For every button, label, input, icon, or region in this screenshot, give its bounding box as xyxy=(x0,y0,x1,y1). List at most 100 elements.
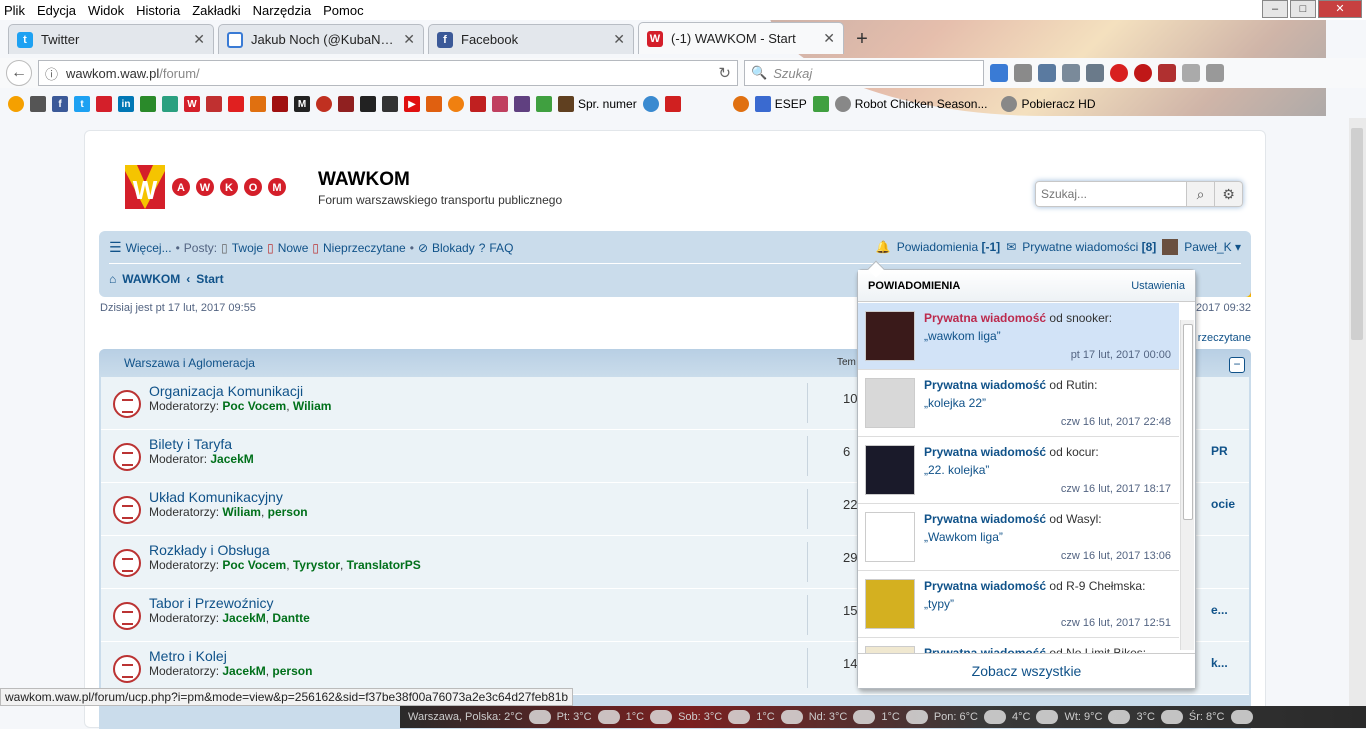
faq-link[interactable]: FAQ xyxy=(489,241,513,255)
facebook-bookmark-icon[interactable]: f xyxy=(52,96,68,112)
forum-title[interactable]: Tabor i Przewoźnicy xyxy=(149,595,274,611)
forum-title[interactable]: Rozkłady i Obsługa xyxy=(149,542,270,558)
tab-wawkom[interactable]: W (-1) WAWKOM - Start ✕ xyxy=(638,22,844,54)
category-title[interactable]: Warszawa i Aglomeracja xyxy=(124,356,255,370)
bookmark-icon[interactable] xyxy=(250,96,266,112)
pocket-icon[interactable] xyxy=(1086,64,1104,82)
breadcrumb-start[interactable]: Start xyxy=(196,272,223,286)
advanced-search-button[interactable]: ⚙ xyxy=(1215,181,1243,207)
hamburger-menu-icon[interactable] xyxy=(1206,64,1224,82)
home-icon[interactable] xyxy=(1062,64,1080,82)
bookmark-icon[interactable] xyxy=(272,96,288,112)
more-link[interactable]: Więcej... xyxy=(126,241,172,255)
bookmark-icon[interactable] xyxy=(96,96,112,112)
forum-search-input[interactable] xyxy=(1035,181,1187,207)
moderator-link[interactable]: TranslatorPS xyxy=(347,558,421,572)
last-post-link[interactable]: ocie xyxy=(1211,497,1235,511)
bookmark-icon[interactable] xyxy=(514,96,530,112)
moderator-link[interactable]: person xyxy=(268,505,308,519)
bookmark-icon[interactable] xyxy=(162,96,178,112)
back-button[interactable]: ← xyxy=(6,60,32,86)
bookmark-icon[interactable] xyxy=(812,96,829,112)
menu-historia[interactable]: Historia xyxy=(136,3,180,18)
bookmark-icon[interactable] xyxy=(360,96,376,112)
download-icon[interactable] xyxy=(1038,64,1056,82)
bookmark-icon[interactable] xyxy=(664,96,681,112)
collapse-icon[interactable]: − xyxy=(1229,357,1245,373)
bookmark-icon[interactable]: M xyxy=(294,96,310,112)
moderator-link[interactable]: person xyxy=(272,664,312,678)
menu-edycja[interactable]: Edycja xyxy=(37,3,76,18)
browser-search-input[interactable]: 🔍 Szukaj xyxy=(744,60,984,86)
moderator-link[interactable]: Poc Vocem xyxy=(222,399,286,413)
minimize-button[interactable]: – xyxy=(1262,0,1288,18)
youtube-bookmark-icon[interactable]: ▶ xyxy=(404,96,420,112)
menu-narzedzia[interactable]: Narzędzia xyxy=(253,3,312,18)
user-menu[interactable]: Paweł_K ▾ xyxy=(1184,240,1241,254)
menu-widok[interactable]: Widok xyxy=(88,3,124,18)
moderator-link[interactable]: Wiliam xyxy=(222,505,261,519)
wawkom-bookmark-icon[interactable]: W xyxy=(184,96,200,112)
maximize-button[interactable]: □ xyxy=(1290,0,1316,18)
notification-item[interactable]: Prywatna wiadomość od No Limit Bikes: xyxy=(858,638,1179,653)
addon-icon[interactable] xyxy=(1110,64,1128,82)
bookmark-icon[interactable] xyxy=(30,96,46,112)
reload-icon[interactable]: ↻ xyxy=(718,64,731,82)
moderator-link[interactable]: Wiliam xyxy=(293,399,332,413)
see-all-link[interactable]: Zobacz wszystkie xyxy=(858,653,1195,688)
bookmark-icon[interactable] xyxy=(492,96,508,112)
last-post-link[interactable]: PR xyxy=(1211,444,1228,458)
moderator-link[interactable]: Tyrystor xyxy=(293,558,340,572)
bookmarks-menu-icon[interactable] xyxy=(1014,64,1032,82)
site-name[interactable]: WAWKOM xyxy=(318,169,410,191)
bookmark-icon[interactable] xyxy=(642,96,659,112)
info-icon[interactable]: ⓘ xyxy=(45,64,58,83)
bookmark-icon[interactable] xyxy=(228,96,244,112)
moderator-link[interactable]: Poc Vocem xyxy=(222,558,286,572)
notifications-settings-link[interactable]: Ustawienia xyxy=(1131,280,1185,292)
new-tab-button[interactable]: + xyxy=(848,26,876,54)
notification-item[interactable]: Prywatna wiadomość od Wasyl: „Wawkom liga… xyxy=(858,504,1179,571)
close-tab-icon[interactable]: ✕ xyxy=(403,31,415,48)
notifications-scrollbar[interactable] xyxy=(1180,320,1194,650)
bookmark-esep[interactable]: ESEP xyxy=(754,96,807,112)
bookmark-robot-chicken[interactable]: Robot Chicken Season... xyxy=(834,96,987,112)
linkedin-bookmark-icon[interactable]: in xyxy=(118,96,134,112)
close-tab-icon[interactable]: ✕ xyxy=(193,31,205,48)
notification-item[interactable]: Prywatna wiadomość od snooker: „wawkom li… xyxy=(858,303,1179,370)
twitter-bookmark-icon[interactable]: t xyxy=(74,96,90,112)
tab-jakub-noch[interactable]: Jakub Noch (@KubaNoch) ... ✕ xyxy=(218,24,424,54)
moderator-link[interactable]: Dantte xyxy=(272,611,309,625)
close-tab-icon[interactable]: ✕ xyxy=(823,30,835,47)
forum-title[interactable]: Układ Komunikacyjny xyxy=(149,489,283,505)
bookmark-icon[interactable] xyxy=(448,96,464,112)
search-button[interactable]: ⌕ xyxy=(1187,181,1215,207)
moderator-link[interactable]: JacekM xyxy=(222,611,265,625)
bookmark-icon[interactable] xyxy=(536,96,552,112)
unread-posts-link[interactable]: Nieprzeczytane xyxy=(323,241,406,255)
last-post-link[interactable]: e... xyxy=(1211,603,1228,617)
bookmark-icon[interactable] xyxy=(426,96,442,112)
bookmark-icon[interactable] xyxy=(8,96,24,112)
bookmark-icon[interactable] xyxy=(382,96,398,112)
notification-item[interactable]: Prywatna wiadomość od R-9 Chełmska: „typy… xyxy=(858,571,1179,638)
mark-read-link[interactable]: rzeczytane xyxy=(1198,332,1251,344)
bookmark-pobieracz[interactable]: Pobieracz HD xyxy=(1001,96,1096,112)
bookmark-icon[interactable] xyxy=(732,96,749,112)
bookmark-icon[interactable] xyxy=(316,96,332,112)
bookmark-icon[interactable] xyxy=(470,96,486,112)
last-post-link[interactable]: k... xyxy=(1211,656,1228,670)
adblock-icon[interactable] xyxy=(1134,64,1152,82)
breadcrumb-home[interactable]: WAWKOM xyxy=(122,272,180,286)
scroll-thumb[interactable] xyxy=(1351,128,1363,340)
notification-item[interactable]: Prywatna wiadomość od kocur: „22. kolejka… xyxy=(858,437,1179,504)
bookmark-icon[interactable] xyxy=(140,96,156,112)
forum-title[interactable]: Metro i Kolej xyxy=(149,648,227,664)
blocks-link[interactable]: Blokady xyxy=(432,241,475,255)
moderator-link[interactable]: JacekM xyxy=(222,664,265,678)
your-posts-link[interactable]: Twoje xyxy=(232,241,263,255)
forum-title[interactable]: Organizacja Komunikacji xyxy=(149,383,303,399)
moderator-link[interactable]: JacekM xyxy=(210,452,253,466)
menu-plik[interactable]: Plik xyxy=(4,3,25,18)
close-window-button[interactable]: ✕ xyxy=(1318,0,1362,18)
